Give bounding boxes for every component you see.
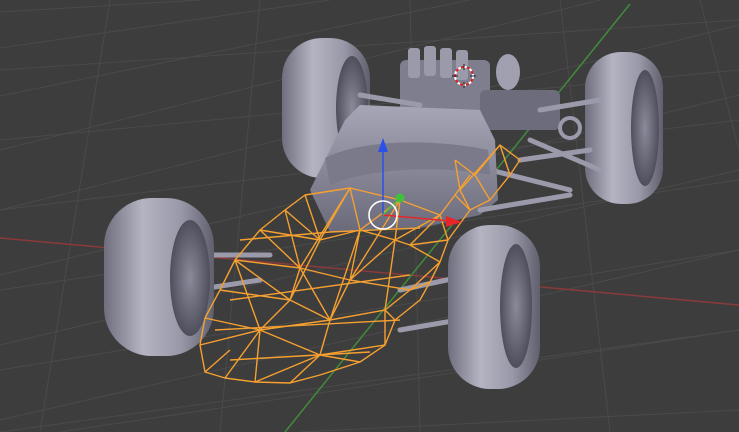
3d-viewport[interactable] [0,0,739,432]
viewport-canvas[interactable] [0,0,739,432]
front-left-wheel[interactable] [104,198,214,356]
gizmo-y-handle[interactable] [395,193,405,203]
front-right-wheel[interactable] [448,225,540,389]
rear-right-wheel[interactable] [585,52,663,204]
